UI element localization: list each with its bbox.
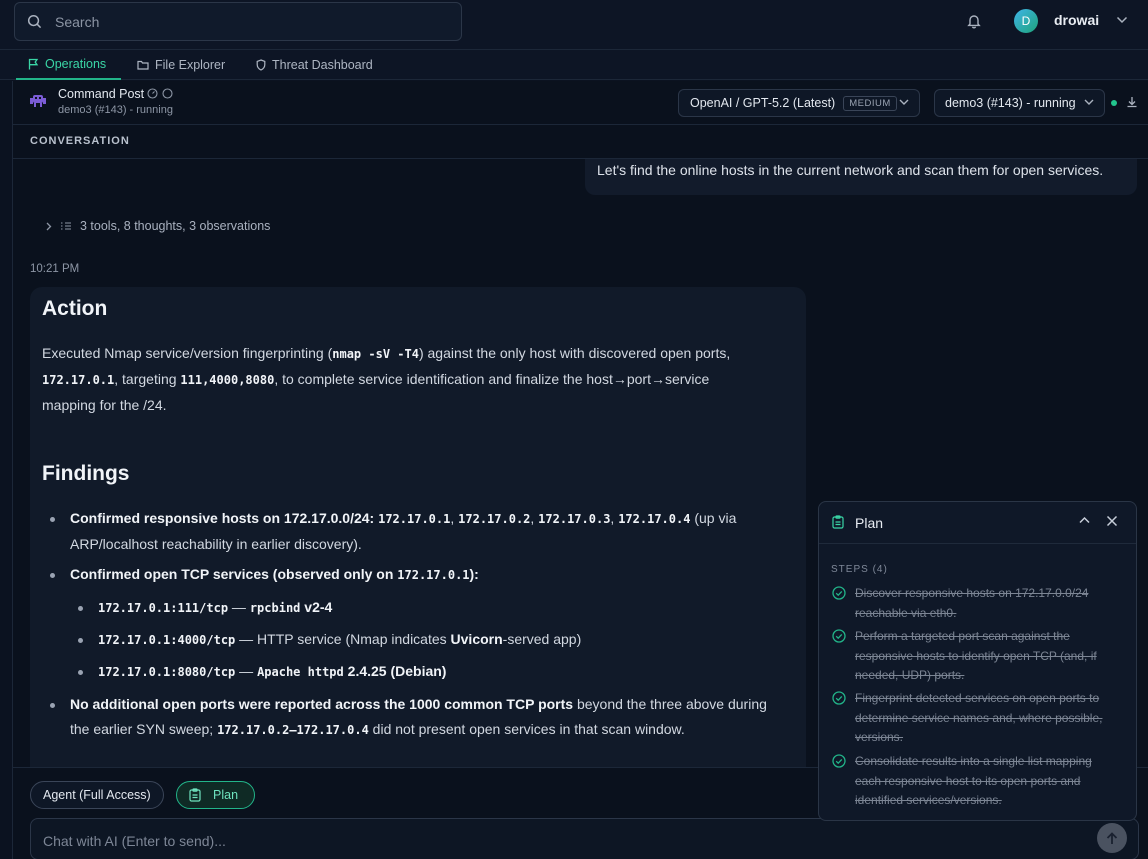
tools-summary-text: 3 tools, 8 thoughts, 3 observations [80,219,271,233]
list-check-icon [60,221,72,231]
arrow-up-icon [1106,831,1118,845]
plan-step-text: Discover responsive hosts on 172.17.0.0/… [855,586,1089,620]
session-header: Command Post demo3 (#143) - running Open… [13,81,1148,125]
plan-step-text: Consolidate results into a single list m… [855,754,1092,807]
list-item: 172.17.0.1:111/tcp — rpcbind v2-4 [98,599,333,615]
plan-panel: Plan STEPS (4) Discover responsive hosts… [818,501,1137,821]
tab-label: Threat Dashboard [272,58,373,72]
tab-operations[interactable]: Operations [16,50,121,80]
username[interactable]: drowai [1054,12,1099,28]
page-subtitle: demo3 (#143) - running [58,104,173,116]
effort-badge: MEDIUM [843,95,897,111]
conversation-header: CONVERSATION [13,125,1148,159]
search-icon [27,14,42,29]
session-select[interactable]: demo3 (#143) - running [934,89,1105,117]
assistant-message: Action Executed Nmap service/version fin… [30,287,806,767]
bullet [50,517,55,522]
title-actions [147,88,173,99]
findings-heading: Findings [42,462,130,485]
tab-label: File Explorer [155,58,226,72]
user-message: Let's find the online hosts in the curre… [585,159,1137,195]
folder-icon [137,60,149,70]
session-label: demo3 (#143) - running [945,96,1076,110]
list-item: 172.17.0.1:8080/tcp — Apache httpd 2.4.2… [98,663,447,679]
agent-mode-button[interactable]: Agent (Full Access) [30,781,164,809]
avatar[interactable]: D [1014,9,1038,33]
plan-title: Plan [855,515,884,531]
search-box[interactable] [14,2,462,41]
bullet [78,606,83,611]
model-label: OpenAI / GPT-5.2 (Latest) [690,96,836,110]
tab-threat-dashboard[interactable]: Threat Dashboard [256,50,373,80]
tools-summary-toggle[interactable]: 3 tools, 8 thoughts, 3 observations [46,219,270,233]
list-item: Confirmed open TCP services (observed on… [70,566,479,582]
conversation-label: CONVERSATION [30,135,130,147]
refresh-gauge-icon[interactable] [147,88,158,99]
tab-file-explorer[interactable]: File Explorer [137,50,225,80]
plan-chip-label: Plan [213,788,239,802]
alien-icon [29,93,47,109]
tab-bar: Operations File Explorer Threat Dashboar… [0,50,1148,80]
send-button[interactable] [1097,823,1127,853]
user-message-text: Let's find the online hosts in the curre… [597,162,1104,178]
plan-step-text: Perform a targeted port scan against the… [855,629,1097,682]
list-item: 172.17.0.1:4000/tcp — HTTP service (Nmap… [98,631,582,647]
top-bar: D drowai [0,0,1148,50]
chevron-up-icon[interactable] [1079,516,1090,524]
bullet [50,573,55,578]
clipboard-icon [189,788,201,802]
bullet [78,638,83,643]
clipboard-icon [832,515,844,529]
chat-input[interactable] [43,831,1083,851]
plan-header: Plan [819,502,1136,544]
steps-label: STEPS (4) [831,564,888,575]
list-item: Confirmed responsive hosts on 172.17.0.0… [70,510,737,552]
tab-label: Operations [45,57,107,71]
page-title: Command Post [58,87,145,101]
download-icon[interactable] [1126,96,1138,108]
plan-step-text: Fingerprint detected services on open po… [855,691,1103,744]
model-select[interactable]: OpenAI / GPT-5.2 (Latest) MEDIUM [678,89,920,117]
chat-box[interactable] [30,818,1139,859]
status-circle-icon [162,88,173,99]
chevron-down-icon [899,99,909,106]
bell-icon[interactable] [966,13,982,29]
chevron-right-icon [46,222,52,231]
bullet [50,703,55,708]
plan-toggle-button[interactable]: Plan [176,781,255,809]
shield-icon [256,59,266,71]
message-timestamp: 10:21 PM [30,263,80,275]
bullet [78,670,83,675]
close-icon[interactable] [1106,515,1118,527]
chevron-down-icon[interactable] [1116,16,1128,24]
list-item: No additional open ports were reported a… [70,696,767,737]
flag-icon [28,58,39,70]
action-paragraph: Executed Nmap service/version fingerprin… [42,345,731,413]
action-heading: Action [42,297,108,320]
status-dot [1111,100,1117,106]
search-input[interactable] [55,12,445,32]
chevron-down-icon [1084,99,1094,106]
